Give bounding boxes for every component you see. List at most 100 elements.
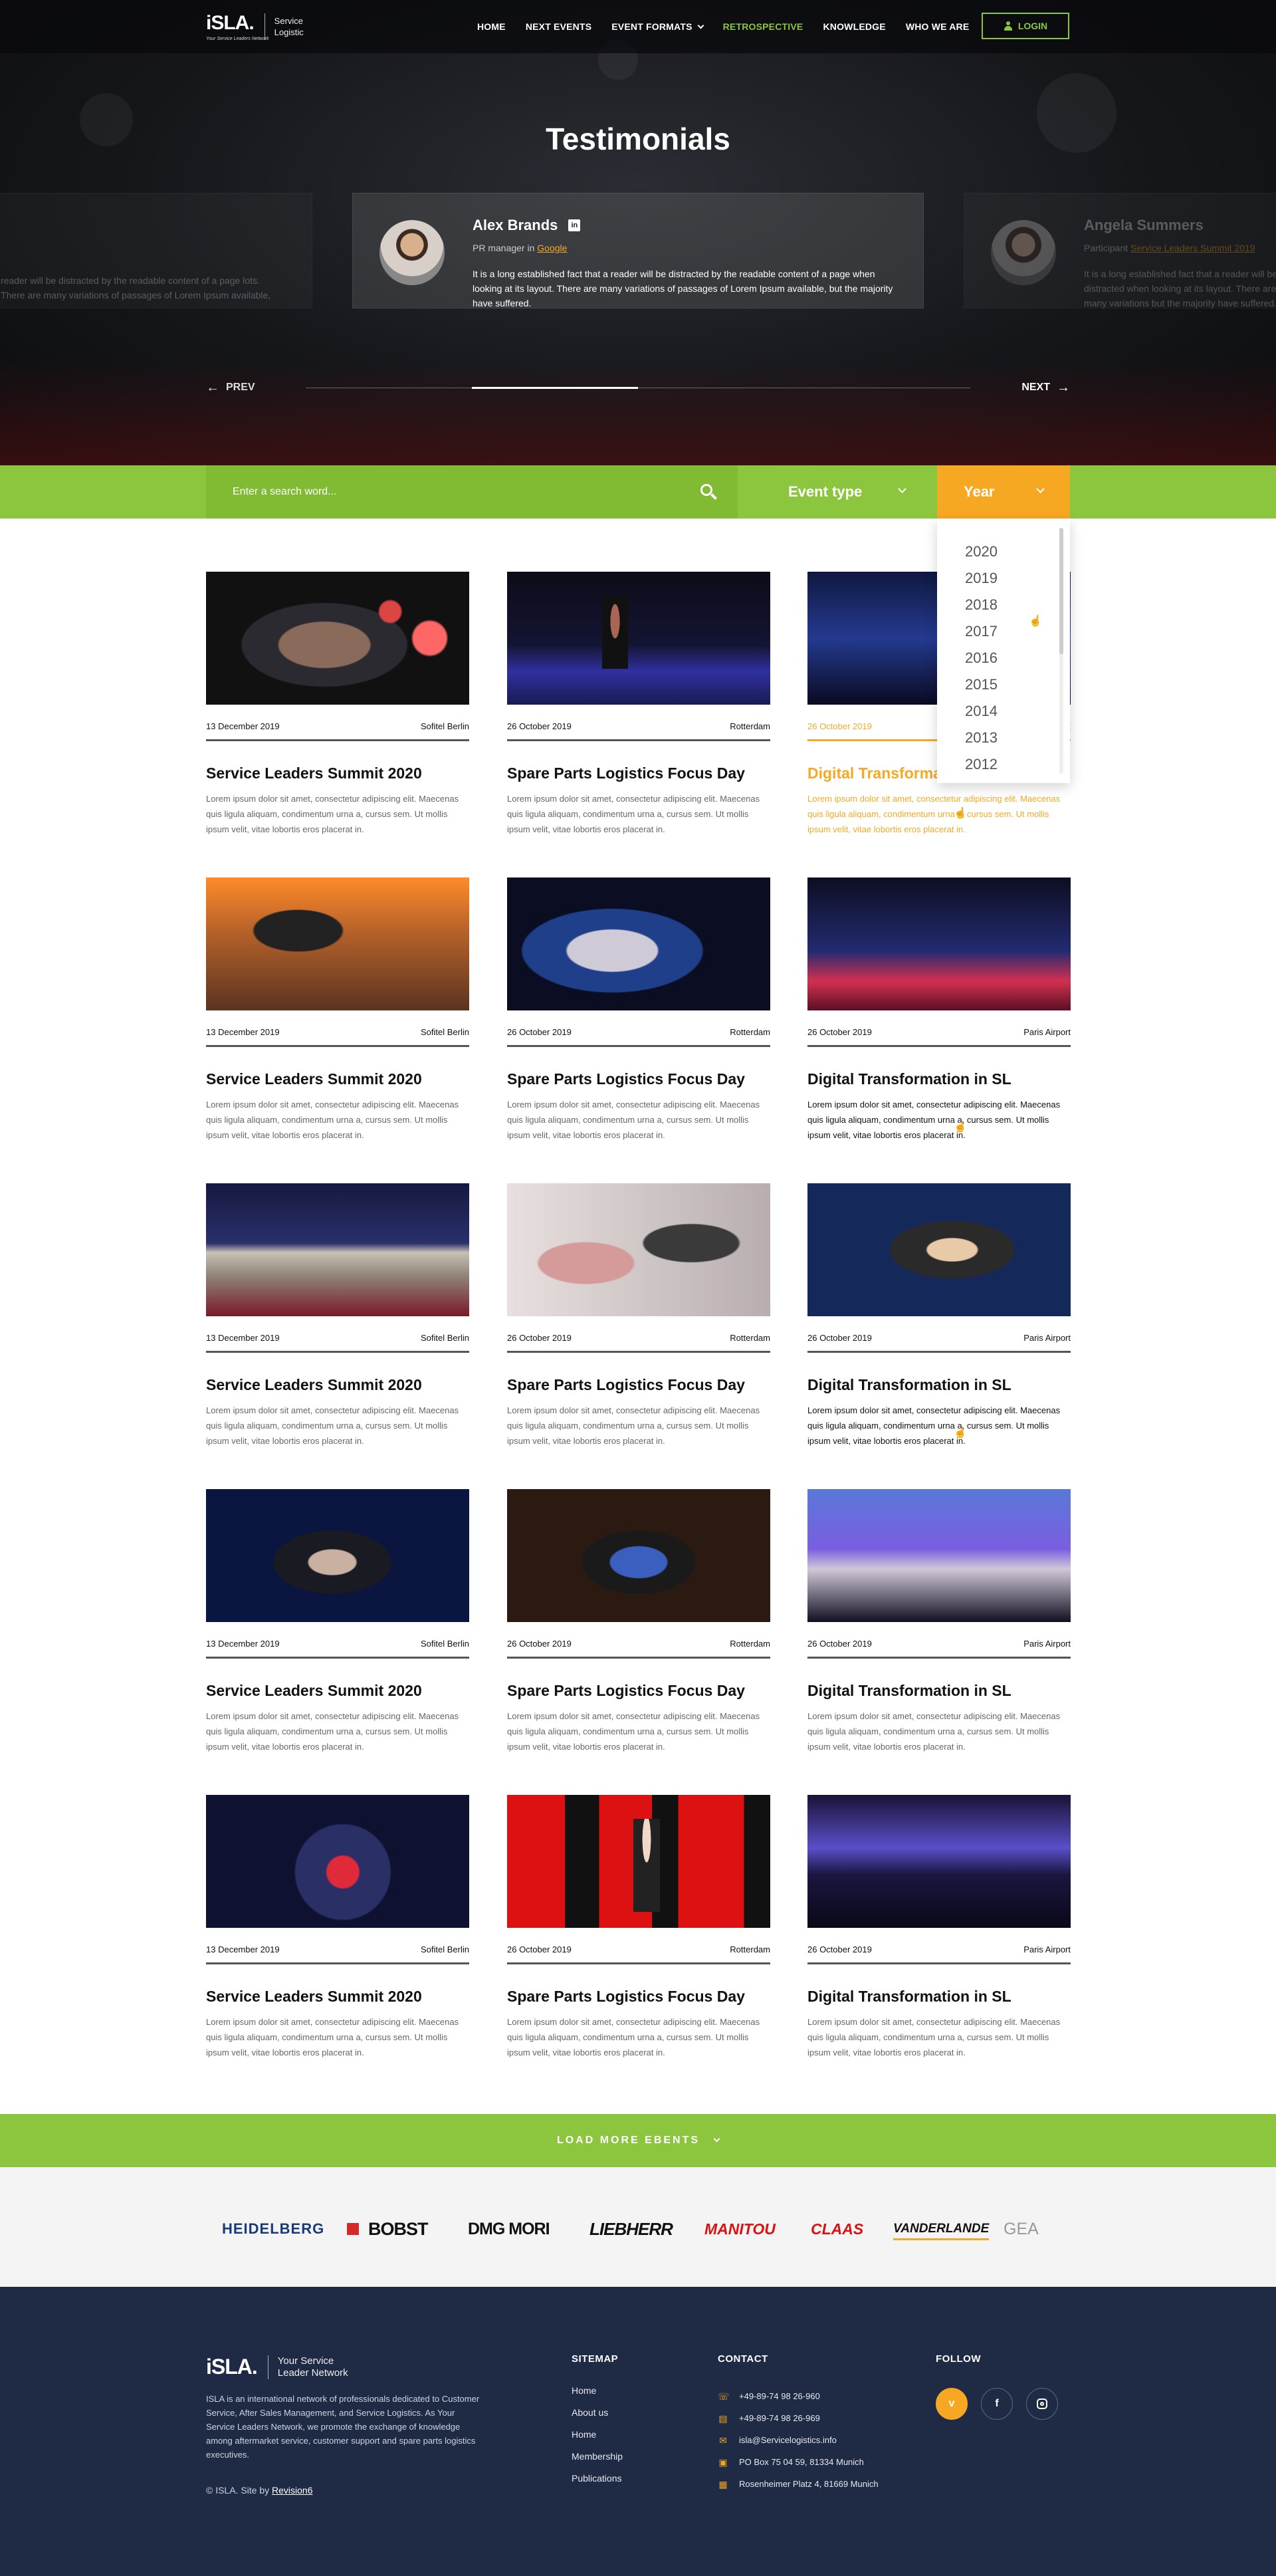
partner-logo-liebherr[interactable]: LIEBHERR <box>589 2219 673 2239</box>
nav-home[interactable]: HOME <box>477 21 506 32</box>
event-image[interactable] <box>507 878 770 1010</box>
event-title[interactable]: Service Leaders Summit 2020 <box>206 1682 485 1700</box>
dropdown-scrollbar-thumb[interactable] <box>1059 528 1063 654</box>
logo-subtitle: Service Logistic <box>274 15 304 38</box>
year-option[interactable]: 2018 <box>937 592 1070 618</box>
contact-item[interactable]: ✉ isla@Servicelogistics.info <box>718 2429 879 2451</box>
event-title[interactable]: Digital Transformation in SL <box>807 1376 1087 1394</box>
event-title[interactable]: Service Leaders Summit 2020 <box>206 764 485 782</box>
nav-knowledge[interactable]: KNOWLEDGE <box>823 21 885 32</box>
event-type-label: Event type <box>788 483 863 500</box>
event-title[interactable]: Service Leaders Summit 2020 <box>206 1070 485 1088</box>
year-select[interactable]: Year <box>937 465 1070 519</box>
sitemap-link[interactable]: About us <box>572 2407 623 2429</box>
credit-link[interactable]: Revision6 <box>272 2485 312 2496</box>
event-card[interactable]: 26 October 2019 Rotterdam Spare Parts Logi… <box>507 1795 770 2057</box>
year-option[interactable]: 2012 <box>937 751 1070 778</box>
search-icon[interactable] <box>699 483 718 501</box>
nav-event-formats[interactable]: EVENT FORMATS <box>611 21 704 32</box>
year-option[interactable]: 2020 <box>937 538 1070 565</box>
event-title[interactable]: Digital Transformation in SL <box>807 1070 1087 1088</box>
event-date: 13 December 2019 <box>206 721 280 731</box>
event-card[interactable]: 26 October 2019Paris AirportDigital Tran… <box>807 1489 1071 1752</box>
prev-button[interactable]: ← PREV <box>206 378 255 398</box>
next-button[interactable]: NEXT → <box>1021 378 1070 398</box>
event-card[interactable]: 26 October 2019Paris AirportDigital Tran… <box>807 878 1071 1140</box>
event-location: Rotterdam <box>730 1944 770 1954</box>
event-image[interactable] <box>206 878 469 1010</box>
event-card[interactable]: 26 October 2019Paris AirportDigital Tran… <box>807 1795 1071 2057</box>
event-image[interactable] <box>807 1795 1071 1928</box>
partner-logo-claas[interactable]: CLAAS <box>811 2219 863 2239</box>
event-title[interactable]: Spare Parts Logistics Focus Day <box>507 1070 786 1088</box>
event-card[interactable]: 13 December 2019 Sofitel Berlin Service Le… <box>206 1489 469 1752</box>
linkedin-icon[interactable]: in <box>568 219 581 231</box>
nav-retrospective[interactable]: RETROSPECTIVE <box>723 21 803 32</box>
event-title[interactable]: Spare Parts Logistics Focus Day <box>507 1682 786 1700</box>
vimeo-icon[interactable]: v <box>936 2388 968 2420</box>
partner-logo-vanderlande[interactable]: VANDERLANDE <box>893 2219 990 2240</box>
year-option[interactable]: 2016 <box>937 645 1070 671</box>
event-title[interactable]: Service Leaders Summit 2020 <box>206 1376 485 1394</box>
event-title[interactable]: Spare Parts Logistics Focus Day <box>507 1376 786 1394</box>
load-more-button[interactable]: LOAD MORE EBENTS <box>0 2114 1276 2167</box>
event-image[interactable] <box>507 572 770 705</box>
event-card[interactable]: 26 October 2019 Rotterdam Spare Parts Logi… <box>507 572 770 834</box>
login-button[interactable]: LOGIN <box>982 13 1069 39</box>
year-option[interactable]: 2019 <box>937 565 1070 592</box>
partner-logo-manitou[interactable]: MANITOU <box>704 2219 776 2239</box>
event-title[interactable]: Spare Parts Logistics Focus Day <box>507 764 786 782</box>
facebook-icon[interactable]: f <box>981 2388 1013 2420</box>
event-image[interactable] <box>206 572 469 705</box>
sitemap-link[interactable]: Home <box>572 2385 623 2407</box>
nav-who-we-are[interactable]: WHO WE ARE <box>906 21 970 32</box>
event-card[interactable]: 26 October 2019 Rotterdam Spare Parts Logi… <box>507 1183 770 1446</box>
event-image[interactable] <box>206 1795 469 1928</box>
partner-logo-bobst[interactable]: BOBST <box>347 2219 428 2239</box>
event-title[interactable]: Digital Transformation in SL <box>807 1988 1087 2006</box>
event-card[interactable]: 13 December 2019 Sofitel Berlin Service Le… <box>206 878 469 1140</box>
year-option[interactable]: 2015 <box>937 671 1070 698</box>
footer-logo[interactable]: iSLA. Your Service Leader Network <box>206 2355 348 2379</box>
partner-logo-gea[interactable]: GEA <box>1004 2219 1039 2239</box>
instagram-icon[interactable] <box>1026 2388 1058 2420</box>
event-title[interactable]: Spare Parts Logistics Focus Day <box>507 1988 786 2006</box>
event-image[interactable] <box>507 1489 770 1622</box>
sitemap-link[interactable]: Publications <box>572 2473 623 2495</box>
event-card[interactable]: 13 December 2019 Sofitel Berlin Service Le… <box>206 1183 469 1446</box>
event-location: Sofitel Berlin <box>421 1944 469 1954</box>
sitemap-link[interactable]: Membership <box>572 2451 623 2473</box>
event-card[interactable]: 26 October 2019Paris AirportDigital Tran… <box>807 1183 1071 1446</box>
event-title[interactable]: Service Leaders Summit 2020 <box>206 1988 485 2006</box>
partner-logo-heidelberg[interactable]: HEIDELBERG <box>222 2219 324 2239</box>
event-image[interactable] <box>206 1183 469 1316</box>
event-type-select[interactable]: Event type <box>738 465 937 519</box>
testimonial-card[interactable]: Angela Summers Participant Service Leade… <box>964 193 1276 308</box>
event-image[interactable] <box>807 1489 1071 1622</box>
search-input[interactable]: Enter a search word... <box>206 465 738 519</box>
testimonial-card[interactable]: reader will be distracted by the readabl… <box>0 193 312 308</box>
event-card[interactable]: 26 October 2019 Rotterdam Spare Parts Logi… <box>507 1489 770 1752</box>
company-link[interactable]: Google <box>537 243 567 253</box>
event-image[interactable] <box>206 1489 469 1622</box>
event-card[interactable]: 26 October 2019 Rotterdam Spare Parts Logi… <box>507 878 770 1140</box>
event-image[interactable] <box>507 1183 770 1316</box>
site-logo[interactable]: iSLA. Your Service Leaders Network Servi… <box>206 11 304 43</box>
event-card[interactable]: 13 December 2019 Sofitel Berlin Service Le… <box>206 1795 469 2057</box>
event-image[interactable] <box>807 878 1071 1010</box>
year-option[interactable]: 2017 <box>937 618 1070 645</box>
year-option[interactable]: 2013 <box>937 725 1070 751</box>
event-title[interactable]: Digital Transformation in SL <box>807 1682 1087 1700</box>
event-meta: 13 December 2019 Sofitel Berlin <box>206 1639 469 1649</box>
event-image[interactable] <box>507 1795 770 1928</box>
year-option[interactable]: 2014 <box>937 698 1070 725</box>
event-image[interactable] <box>807 1183 1071 1316</box>
sitemap-link[interactable]: Home <box>572 2429 623 2451</box>
company-link[interactable]: Service Leaders Summit 2019 <box>1130 243 1255 253</box>
event-card[interactable]: 13 December 2019 Sofitel Berlin Service Le… <box>206 572 469 834</box>
partner-logo-dmg-mori[interactable]: DMG MORI <box>468 2219 550 2239</box>
user-icon <box>1004 21 1013 31</box>
nav-next-events[interactable]: NEXT EVENTS <box>526 21 591 32</box>
divider <box>507 1045 770 1047</box>
role-text: PR manager in <box>473 243 535 253</box>
